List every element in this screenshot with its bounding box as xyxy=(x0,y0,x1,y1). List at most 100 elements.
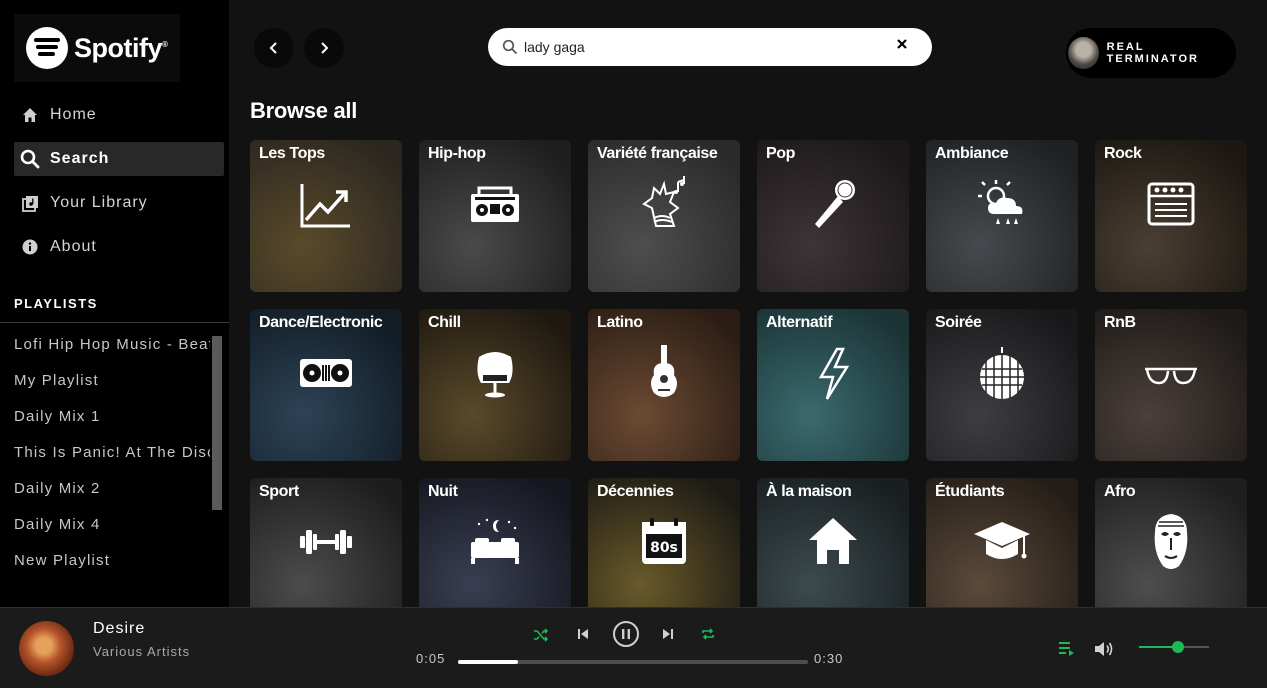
playlist-item[interactable]: This Is Panic! At The Disco xyxy=(14,442,210,478)
category-tile[interactable]: Variété française xyxy=(588,140,740,292)
disco-ball-icon xyxy=(972,343,1032,403)
previous-button[interactable] xyxy=(576,627,590,641)
volume-button[interactable] xyxy=(1094,640,1114,658)
playlist-item[interactable]: Daily Mix 1 xyxy=(14,406,210,442)
repeat-icon xyxy=(702,628,714,640)
skip-back-icon xyxy=(578,629,588,639)
category-title: Ambiance xyxy=(935,145,1009,162)
nav-item-label: About xyxy=(50,238,97,255)
sunglasses-icon xyxy=(1141,343,1201,403)
skip-forward-icon xyxy=(663,629,673,639)
playlist-item[interactable]: Daily Mix 4 xyxy=(14,514,210,550)
category-tile[interactable]: À la maison xyxy=(757,478,909,607)
search-input[interactable] xyxy=(524,39,884,55)
queue-button[interactable] xyxy=(1058,640,1076,656)
next-button[interactable] xyxy=(661,627,675,641)
shuffle-button[interactable] xyxy=(533,627,549,643)
volume-slider[interactable] xyxy=(1139,641,1209,653)
clear-search-button[interactable] xyxy=(896,37,912,57)
category-title: Étudiants xyxy=(935,483,1005,500)
category-tile[interactable]: Hip-hop xyxy=(419,140,571,292)
nav-item-your-library[interactable]: Your Library xyxy=(14,186,224,220)
player-bar: Desire Various Artists 0:05 0:30 xyxy=(0,607,1267,688)
category-tile[interactable]: Soirée xyxy=(926,309,1078,461)
playlists-list: Lofi Hip Hop Music - Beats to Relax/Stud… xyxy=(14,334,210,586)
graduation-cap-icon xyxy=(972,512,1032,572)
category-tile[interactable]: RnB xyxy=(1095,309,1247,461)
category-tile[interactable]: Ambiance xyxy=(926,140,1078,292)
user-menu-button[interactable]: REAL TERMINATOR xyxy=(1066,28,1236,78)
back-button[interactable] xyxy=(254,28,294,68)
category-tile[interactable]: Alternatif xyxy=(757,309,909,461)
progress-bar[interactable] xyxy=(458,660,808,664)
category-tile[interactable]: Afro xyxy=(1095,478,1247,607)
chevron-left-icon xyxy=(269,42,277,54)
category-tile[interactable]: Décennies 80s xyxy=(588,478,740,607)
nav-item-about[interactable]: About xyxy=(14,230,224,264)
playlists-scrollbar[interactable] xyxy=(212,336,222,510)
nav-item-label: Home xyxy=(50,106,97,123)
avatar xyxy=(1068,37,1099,69)
category-title: Hip-hop xyxy=(428,145,486,162)
egg-chair-icon xyxy=(465,343,525,403)
track-artist[interactable]: Various Artists xyxy=(93,644,190,659)
category-title: Nuit xyxy=(428,483,458,500)
page-title: Browse all xyxy=(250,98,358,123)
pause-button[interactable] xyxy=(612,620,640,648)
library-icon xyxy=(20,193,40,213)
search-icon xyxy=(20,149,40,169)
trending-up-icon xyxy=(296,174,356,234)
sidebar: Spotify® Home Search Your Library About … xyxy=(0,0,229,607)
spotify-logo-icon xyxy=(26,27,68,69)
spotify-logo[interactable]: Spotify® xyxy=(14,14,180,82)
playlist-item[interactable]: Daily Mix 2 xyxy=(14,478,210,514)
volume-handle[interactable] xyxy=(1171,641,1184,653)
forward-button[interactable] xyxy=(304,28,344,68)
nav-item-label: Your Library xyxy=(50,194,148,211)
playlist-item[interactable]: Lofi Hip Hop Music - Beats to Relax/Stud… xyxy=(14,334,210,370)
main-nav: Home Search Your Library About xyxy=(14,98,224,274)
total-time: 0:30 xyxy=(814,651,844,666)
repeat-button[interactable] xyxy=(700,626,716,642)
category-tile[interactable]: Les Tops xyxy=(250,140,402,292)
nav-item-home[interactable]: Home xyxy=(14,98,224,132)
current-time: 0:05 xyxy=(416,651,446,666)
spotify-logo-text: Spotify® xyxy=(74,32,168,63)
dumbbell-icon xyxy=(296,512,356,572)
playlist-item[interactable]: My Playlist xyxy=(14,370,210,406)
african-mask-icon xyxy=(1141,512,1201,572)
category-tile[interactable]: Sport xyxy=(250,478,402,607)
category-tile[interactable]: Latino xyxy=(588,309,740,461)
playlist-item[interactable]: New Playlist xyxy=(14,550,210,586)
playlists-divider xyxy=(0,322,229,323)
category-title: À la maison xyxy=(766,483,852,500)
rooster-icon xyxy=(634,174,694,234)
house-icon xyxy=(803,512,863,572)
category-tile[interactable]: Étudiants xyxy=(926,478,1078,607)
microphone-icon xyxy=(803,174,863,234)
playlists-heading: PLAYLISTS xyxy=(14,296,98,311)
svg-text:80s: 80s xyxy=(650,540,678,556)
boombox-icon xyxy=(465,174,525,234)
category-tile[interactable]: Chill xyxy=(419,309,571,461)
calendar-80s-icon: 80s xyxy=(634,512,694,572)
category-title: Pop xyxy=(766,145,796,162)
category-tile[interactable]: Nuit xyxy=(419,478,571,607)
category-title: Chill xyxy=(428,314,461,331)
home-icon xyxy=(20,105,40,125)
category-tile[interactable]: Pop xyxy=(757,140,909,292)
category-title: Sport xyxy=(259,483,299,500)
user-name: REAL TERMINATOR xyxy=(1106,41,1199,65)
search-bar xyxy=(488,28,932,66)
progress-fill xyxy=(458,660,518,664)
main-content: REAL TERMINATOR Browse all Les Tops Hip-h… xyxy=(229,0,1267,607)
nav-item-search[interactable]: Search xyxy=(14,142,224,176)
lightning-icon xyxy=(803,343,863,403)
category-tile[interactable]: Rock xyxy=(1095,140,1247,292)
track-title[interactable]: Desire xyxy=(93,620,145,638)
album-art xyxy=(19,621,74,676)
category-tile[interactable]: Dance/Electronic xyxy=(250,309,402,461)
close-icon xyxy=(897,39,907,49)
category-title: Les Tops xyxy=(259,145,325,162)
category-title: Afro xyxy=(1104,483,1136,500)
